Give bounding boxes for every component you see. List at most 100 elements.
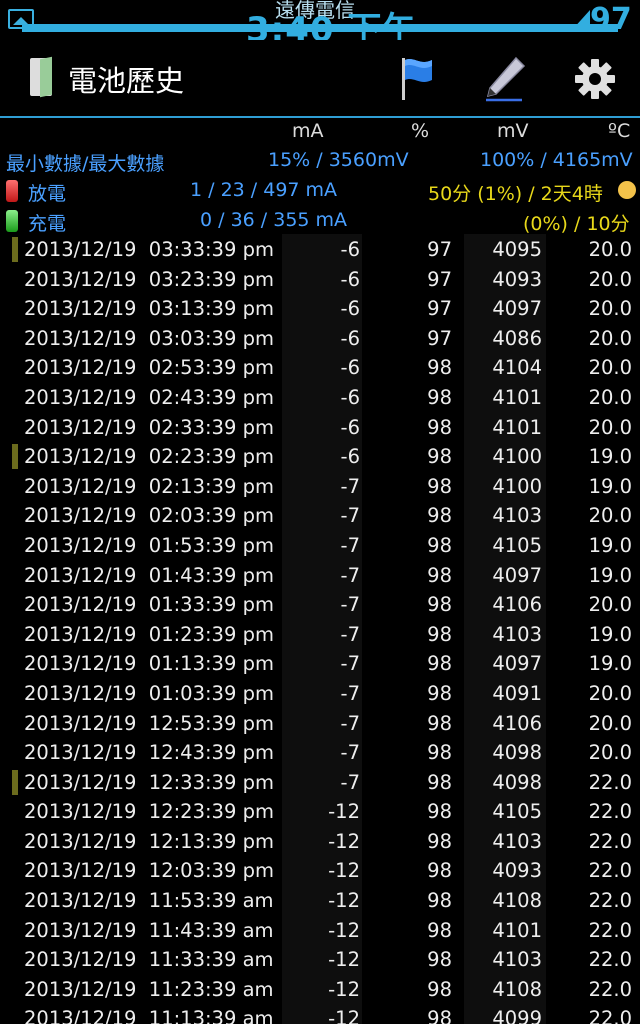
table-row[interactable]: 2013/12/19 02:03:39 pm -7 98 4103 20.0 [0, 500, 640, 530]
row-percent: 98 [427, 889, 452, 913]
row-mv: 4103 [464, 825, 546, 856]
clock: 3:40 下午 [246, 10, 418, 40]
row-percent: 98 [427, 770, 452, 794]
row-mv: 4106 [464, 707, 546, 738]
charge-time: (0%) / 10分 [523, 213, 630, 235]
table-row[interactable]: 2013/12/19 12:03:39 pm -12 98 4093 22.0 [0, 855, 640, 886]
row-percent: 98 [427, 356, 452, 380]
row-ma: -6 [282, 263, 362, 294]
charge-label: 充電 [28, 213, 67, 235]
row-datetime: 2013/12/19 11:13:39 am [24, 1007, 274, 1024]
table-row[interactable]: 2013/12/19 01:13:39 pm -7 98 4097 19.0 [0, 648, 640, 678]
row-datetime: 2013/12/19 11:53:39 am [24, 889, 274, 913]
table-row[interactable]: 2013/12/19 01:23:39 pm -7 98 4103 19.0 [0, 618, 640, 649]
row-temp: 22.0 [588, 859, 632, 883]
status-bar: 遠傳電信 3:40 下午 97 [0, 0, 640, 40]
row-datetime: 2013/12/19 11:33:39 am [24, 948, 274, 972]
table-row[interactable]: 2013/12/19 02:33:39 pm -6 98 4101 20.0 [0, 411, 640, 442]
table-row[interactable]: 2013/12/19 12:23:39 pm -12 98 4105 22.0 [0, 796, 640, 826]
table-row[interactable]: 2013/12/19 12:43:39 pm -7 98 4098 20.0 [0, 737, 640, 767]
table-row[interactable]: 2013/12/19 11:23:39 am -12 98 4108 22.0 [0, 973, 640, 1004]
row-ma: -6 [282, 441, 362, 471]
row-marker [12, 769, 18, 795]
row-datetime: 2013/12/19 01:53:39 pm [24, 533, 274, 557]
row-datetime: 2013/12/19 03:23:39 pm [24, 267, 274, 291]
row-mv: 4099 [464, 1003, 546, 1024]
row-temp: 22.0 [588, 1007, 632, 1024]
row-mv: 4093 [464, 855, 546, 886]
row-temp: 20.0 [588, 297, 632, 321]
row-temp: 20.0 [588, 741, 632, 765]
table-row[interactable]: 2013/12/19 12:13:39 pm -12 98 4103 22.0 [0, 825, 640, 856]
row-datetime: 2013/12/19 11:43:39 am [24, 918, 274, 942]
row-temp: 19.0 [588, 652, 632, 676]
table-row[interactable]: 2013/12/19 11:43:39 am -12 98 4101 22.0 [0, 914, 640, 945]
table-row[interactable]: 2013/12/19 03:33:39 pm -6 97 4095 20.0 [0, 234, 640, 264]
table-row[interactable]: 2013/12/19 12:33:39 pm -7 98 4098 22.0 [0, 766, 640, 797]
row-temp: 22.0 [588, 800, 632, 824]
row-ma: -7 [282, 559, 362, 590]
page-title: 電池歷史 [68, 64, 185, 98]
table-row[interactable]: 2013/12/19 03:03:39 pm -6 97 4086 20.0 [0, 322, 640, 353]
row-mv: 4097 [464, 559, 546, 590]
column-mv: mV [497, 120, 529, 142]
row-temp: 20.0 [588, 356, 632, 380]
row-ma: -7 [282, 589, 362, 619]
table-row[interactable]: 2013/12/19 02:43:39 pm -6 98 4101 20.0 [0, 381, 640, 412]
row-ma: -12 [282, 973, 362, 1004]
row-percent: 97 [427, 326, 452, 350]
row-percent: 98 [427, 800, 452, 824]
row-mv: 4097 [464, 648, 546, 678]
row-percent: 98 [427, 415, 452, 439]
table-row[interactable]: 2013/12/19 11:33:39 am -12 98 4103 22.0 [0, 944, 640, 974]
table-row[interactable]: 2013/12/19 11:13:39 am -12 98 4099 22.0 [0, 1003, 640, 1024]
table-row[interactable]: 2013/12/19 03:23:39 pm -6 97 4093 20.0 [0, 263, 640, 294]
row-mv: 4105 [464, 796, 546, 826]
row-percent: 98 [427, 504, 452, 528]
battery-charge-icon [6, 210, 18, 232]
edit-button[interactable] [476, 50, 534, 108]
table-row[interactable]: 2013/12/19 01:53:39 pm -7 98 4105 19.0 [0, 529, 640, 560]
history-list[interactable]: 2013/12/19 03:33:39 pm -6 97 4095 20.0 2013/1… [0, 234, 640, 1024]
row-temp: 19.0 [588, 563, 632, 587]
row-temp: 19.0 [588, 474, 632, 498]
row-mv: 4098 [464, 766, 546, 797]
column-percent: % [411, 120, 430, 142]
table-row[interactable]: 2013/12/19 02:53:39 pm -6 98 4104 20.0 [0, 352, 640, 382]
table-row[interactable]: 2013/12/19 01:33:39 pm -7 98 4106 20.0 [0, 589, 640, 619]
row-datetime: 2013/12/19 12:53:39 pm [24, 711, 274, 735]
battery-app-icon[interactable] [30, 58, 52, 96]
table-row[interactable]: 2013/12/19 03:13:39 pm -6 97 4097 20.0 [0, 293, 640, 323]
smiley-icon [618, 181, 636, 199]
flag-icon [402, 58, 432, 100]
flag-button[interactable] [388, 50, 446, 108]
row-ma: -12 [282, 855, 362, 886]
row-percent: 98 [427, 593, 452, 617]
row-datetime: 2013/12/19 01:33:39 pm [24, 593, 274, 617]
table-row[interactable]: 2013/12/19 02:23:39 pm -6 98 4100 19.0 [0, 441, 640, 471]
row-percent: 98 [427, 652, 452, 676]
row-percent: 98 [427, 445, 452, 469]
row-ma: -12 [282, 914, 362, 945]
row-temp: 22.0 [588, 770, 632, 794]
row-percent: 98 [427, 474, 452, 498]
row-datetime: 2013/12/19 02:53:39 pm [24, 356, 274, 380]
row-mv: 4098 [464, 737, 546, 767]
settings-button[interactable] [566, 50, 624, 108]
table-row[interactable]: 2013/12/19 01:43:39 pm -7 98 4097 19.0 [0, 559, 640, 590]
row-temp: 22.0 [588, 918, 632, 942]
row-mv: 4104 [464, 352, 546, 382]
row-ma: -6 [282, 411, 362, 442]
row-mv: 4086 [464, 322, 546, 353]
table-row[interactable]: 2013/12/19 02:13:39 pm -7 98 4100 19.0 [0, 470, 640, 501]
row-datetime: 2013/12/19 11:23:39 am [24, 977, 274, 1001]
row-datetime: 2013/12/19 02:03:39 pm [24, 504, 274, 528]
row-ma: -7 [282, 737, 362, 767]
table-row[interactable]: 2013/12/19 12:53:39 pm -7 98 4106 20.0 [0, 707, 640, 738]
table-row[interactable]: 2013/12/19 11:53:39 am -12 98 4108 22.0 [0, 885, 640, 915]
row-mv: 4100 [464, 470, 546, 501]
charge-summary: 充電 0 / 36 / 355 mA (0%) / 10分 [0, 206, 640, 236]
row-ma: -12 [282, 885, 362, 915]
table-row[interactable]: 2013/12/19 01:03:39 pm -7 98 4091 20.0 [0, 677, 640, 708]
discharge-summary: 放電 1 / 23 / 497 mA 50分 (1%) / 2天4時 [0, 176, 640, 206]
